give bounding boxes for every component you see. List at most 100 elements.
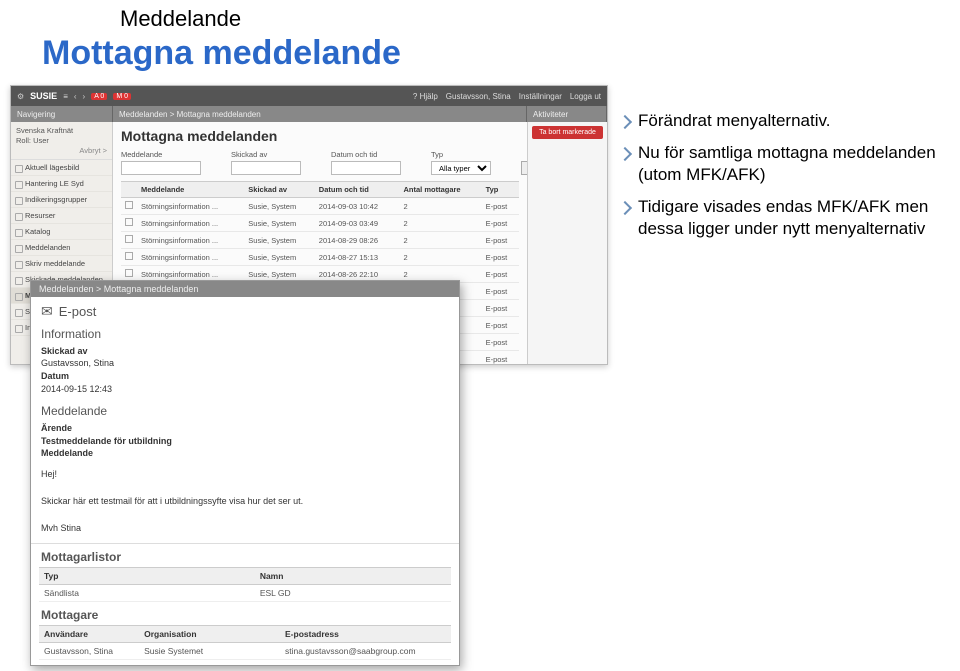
row-checkbox[interactable] — [121, 232, 137, 249]
table-header[interactable]: Skickad av — [244, 182, 315, 198]
table-cell: 2 — [400, 249, 482, 266]
sidebar-role: Roll: User — [16, 136, 107, 146]
sidebar-identity: Svenska Kraftnät Roll: User Avbryt > — [11, 122, 112, 160]
bullet-item: Tidigare visades endas MFK/AFK men dessa… — [620, 196, 950, 240]
message-detail-popup: Meddelanden > Mottagna meddelanden ✉ E-p… — [30, 280, 460, 666]
table-cell: Gustavsson, Stina — [39, 643, 139, 660]
page-title: Mottagna meddelanden — [121, 128, 519, 144]
sidebar-item[interactable]: Indikeringsgrupper — [11, 192, 112, 208]
nav-next-icon[interactable]: › — [83, 92, 86, 101]
bullet-item: Förändrat menyalternativ. — [620, 110, 950, 132]
sidebar-item[interactable]: Katalog — [11, 224, 112, 240]
logout-link[interactable]: Logga ut — [570, 92, 601, 101]
filter-bar: Meddelande Skickad av Datum och tid Typ A… — [121, 150, 519, 175]
table-cell: Susie, System — [244, 215, 315, 232]
row-checkbox[interactable] — [121, 249, 137, 266]
filter-datum-label: Datum och tid — [331, 150, 401, 159]
subbar: Navigering Meddelanden > Mottagna meddel… — [11, 106, 607, 122]
body-line: Skickar här ett testmail för att i utbil… — [41, 495, 449, 509]
filter-skickad-label: Skickad av — [231, 150, 301, 159]
row-checkbox[interactable] — [121, 215, 137, 232]
table-cell: 2014-08-29 08:26 — [315, 232, 400, 249]
gear-icon[interactable]: ⚙ — [17, 92, 24, 101]
table-cell: Susie, System — [244, 232, 315, 249]
table-cell: 2 — [400, 198, 482, 215]
ml-col-typ: Typ — [39, 568, 255, 585]
table-cell: E-post — [482, 232, 519, 249]
app-logo: SUSIE — [30, 91, 57, 101]
m-col-user: Användare — [39, 626, 139, 643]
slide-subtitle: Mottagna meddelande — [42, 34, 401, 73]
user-name[interactable]: Gustavsson, Stina — [446, 92, 511, 101]
table-header[interactable]: Meddelande — [137, 182, 244, 198]
alert-badge[interactable]: A 0 — [91, 93, 107, 100]
sidebar-item[interactable]: Resurser — [11, 208, 112, 224]
table-row[interactable]: Störningsinformation ...Susie, System201… — [121, 232, 519, 249]
sidebar-item[interactable]: Meddelanden — [11, 240, 112, 256]
table-cell: 2 — [400, 215, 482, 232]
activities-header: Aktiviteter — [527, 106, 607, 122]
filter-typ-label: Typ — [431, 150, 491, 159]
table-cell: E-post — [482, 334, 519, 351]
table-cell: Susie Systemet — [139, 643, 280, 660]
table-cell: Störningsinformation ... — [137, 249, 244, 266]
help-link[interactable]: ? Hjälp — [413, 92, 438, 101]
breadcrumb: Meddelanden > Mottagna meddelanden — [113, 106, 527, 122]
topbar: ⚙ SUSIE ≡ ‹ › A 0 M 0 ? Hjälp Gustavsson… — [11, 86, 607, 106]
filter-datum-input[interactable] — [331, 161, 401, 175]
sent-by-value: Gustavsson, Stina — [41, 358, 114, 368]
nav-header: Navigering — [11, 106, 113, 122]
table-header[interactable]: Antal mottagare — [400, 182, 482, 198]
msg-label: Meddelande — [41, 448, 93, 458]
sidebar-item[interactable]: Hantering LE Syd — [11, 176, 112, 192]
m-col-org: Organisation — [139, 626, 280, 643]
filter-typ-select[interactable]: Alla typer — [431, 161, 491, 175]
message-badge[interactable]: M 0 — [113, 93, 131, 100]
sent-by-label: Skickad av — [41, 346, 88, 356]
table-cell: E-post — [482, 283, 519, 300]
table-cell: E-post — [482, 351, 519, 365]
settings-link[interactable]: Inställningar — [519, 92, 562, 101]
row-checkbox[interactable] — [121, 198, 137, 215]
delete-selected-button[interactable]: Ta bort markerade — [532, 126, 603, 139]
m-col-email: E-postadress — [280, 626, 451, 643]
popup-info: Information Skickad av Gustavsson, Stina… — [31, 322, 459, 399]
mottagare-heading: Mottagare — [31, 602, 459, 625]
table-cell: Störningsinformation ... — [137, 198, 244, 215]
sidebar-item[interactable]: Skriv meddelande — [11, 256, 112, 272]
date-label: Datum — [41, 371, 69, 381]
table-cell: Landskrona Energi AB — [139, 660, 280, 666]
table-cell: 2014-09-03 03:49 — [315, 215, 400, 232]
ml-namn: ESL GD — [255, 585, 451, 602]
slide-title: Meddelande — [120, 6, 241, 32]
table-header[interactable] — [121, 182, 137, 198]
filter-meddelande-label: Meddelande — [121, 150, 201, 159]
table-cell: 2014-09-03 10:42 — [315, 198, 400, 215]
sidebar-company: Svenska Kraftnät — [16, 126, 107, 136]
sidebar-item[interactable]: Aktuell lägesbild — [11, 160, 112, 176]
table-row[interactable]: Störningsinformation ...Susie, System201… — [121, 249, 519, 266]
table-header[interactable]: Typ — [482, 182, 519, 198]
mottagare-table: Användare Organisation E-postadress Gust… — [39, 625, 451, 666]
table-cell: 2 — [400, 232, 482, 249]
menu-icon[interactable]: ≡ — [63, 92, 68, 101]
popup-breadcrumb: Meddelanden > Mottagna meddelanden — [31, 281, 459, 297]
table-header[interactable]: Datum och tid — [315, 182, 400, 198]
activities-panel: Ta bort markerade — [527, 122, 607, 364]
arende-label: Ärende — [41, 423, 72, 433]
table-row[interactable]: Störningsinformation ...Susie, System201… — [121, 215, 519, 232]
filter-meddelande-input[interactable] — [121, 161, 201, 175]
body-line: Hej! — [41, 468, 449, 482]
popup-epost-label: E-post — [59, 304, 97, 319]
filter-skickad-input[interactable] — [231, 161, 301, 175]
table-cell: E-post — [482, 215, 519, 232]
table-cell: E-post — [482, 300, 519, 317]
bullet-list: Förändrat menyalternativ. Nu för samtlig… — [620, 110, 950, 250]
sidebar-hide[interactable]: Avbryt > — [16, 146, 107, 156]
date-value: 2014-09-15 12:43 — [41, 384, 112, 394]
table-cell: E-post — [482, 198, 519, 215]
mottagarlistor-table: Typ Namn Sändlista ESL GD — [39, 567, 451, 602]
table-row[interactable]: Störningsinformation ...Susie, System201… — [121, 198, 519, 215]
nav-prev-icon[interactable]: ‹ — [74, 92, 77, 101]
table-cell: Susie, System — [244, 249, 315, 266]
